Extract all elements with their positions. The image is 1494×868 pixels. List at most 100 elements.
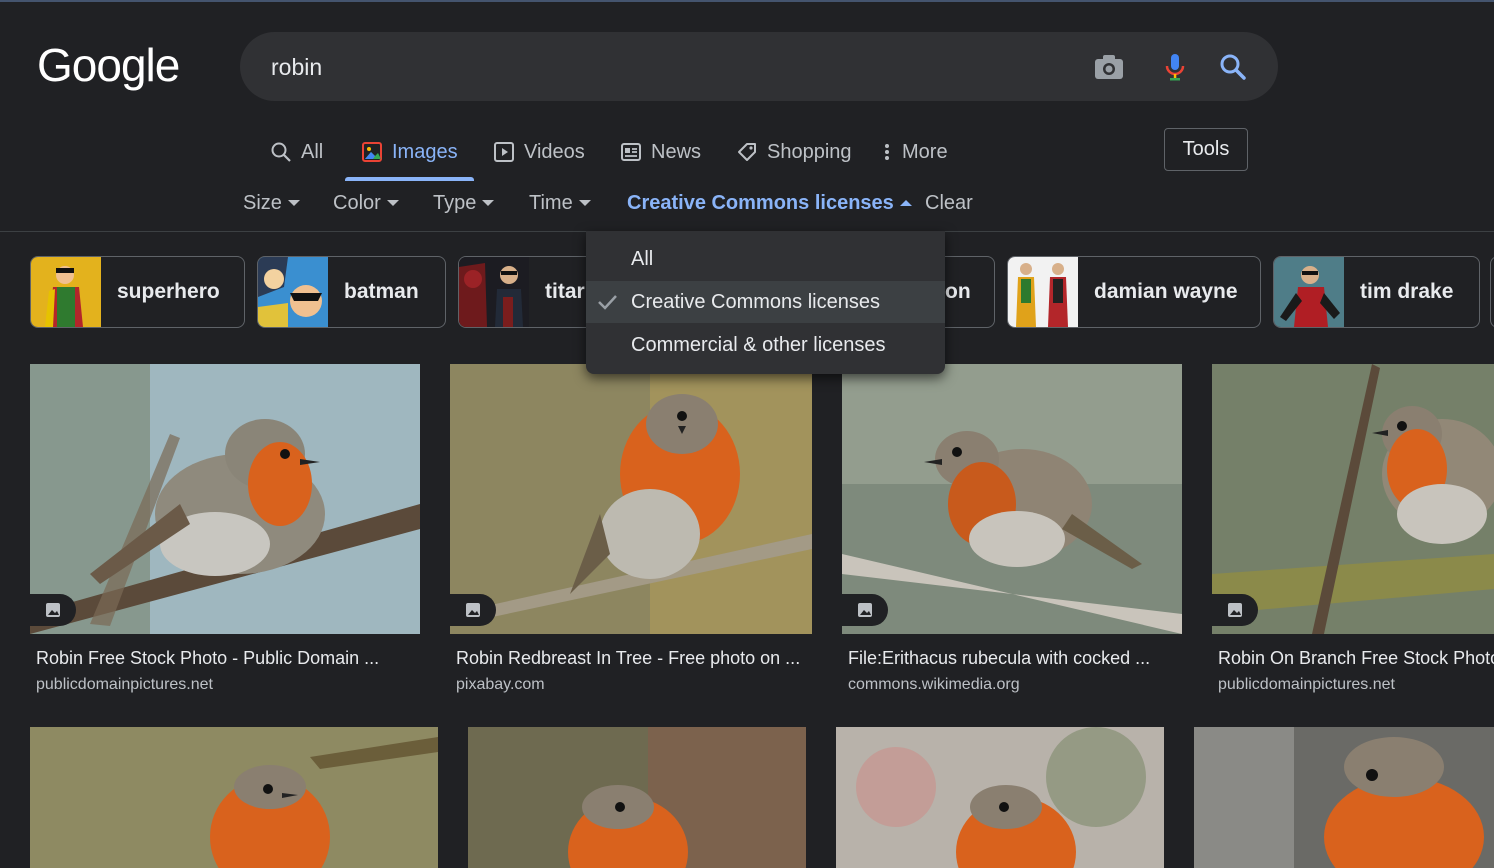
search-tabs: All Images Videos News Shopping More	[0, 124, 1494, 184]
chip-thumbnail	[1008, 257, 1078, 327]
tab-all[interactable]: All	[270, 124, 323, 180]
caret-down-icon	[287, 200, 300, 206]
result-source[interactable]: publicdomainpictures.net	[36, 676, 213, 694]
news-icon	[621, 143, 641, 161]
caret-down-icon	[578, 200, 591, 206]
result-image[interactable]	[450, 364, 812, 634]
tab-news[interactable]: News	[620, 124, 701, 180]
search-icon	[271, 142, 291, 162]
image-badge	[1212, 594, 1258, 626]
filter-bar: Size Color Type Time Creative Commons li…	[0, 188, 1494, 220]
filter-label: Time	[529, 191, 573, 214]
active-tab-indicator	[345, 177, 474, 181]
filter-usage-rights[interactable]: Creative Commons licenses	[627, 188, 912, 218]
tab-label: News	[651, 140, 702, 163]
image-icon	[46, 603, 60, 617]
filter-label: Creative Commons licenses	[627, 191, 894, 214]
tab-more[interactable]: More	[881, 124, 948, 180]
filter-label: Clear	[925, 191, 973, 214]
google-logo[interactable]: Google	[37, 38, 180, 92]
chip-label: superhero	[117, 280, 220, 303]
filter-label: Size	[243, 191, 282, 214]
caret-down-icon	[482, 200, 495, 206]
menu-item-all[interactable]: All	[586, 238, 945, 280]
filter-size[interactable]: Size	[243, 188, 300, 218]
tab-label: More	[902, 140, 948, 163]
search-input[interactable]: robin	[271, 54, 322, 81]
chip-thumbnail	[459, 257, 529, 327]
result-image[interactable]	[30, 364, 420, 634]
result-source[interactable]: commons.wikimedia.org	[848, 676, 1020, 694]
result-source[interactable]: pixabay.com	[456, 676, 545, 694]
chip-thumbnail	[31, 257, 101, 327]
image-result[interactable]: Robin Free Stock Photo - Public Domain .…	[30, 364, 420, 704]
result-image[interactable]	[836, 727, 1164, 868]
caret-down-icon	[386, 200, 399, 206]
chip-thumbnail	[258, 257, 328, 327]
filter-label: Type	[433, 191, 477, 214]
result-image[interactable]	[842, 364, 1182, 634]
microphone-icon[interactable]	[1158, 50, 1192, 84]
chip-partial-right[interactable]	[1490, 256, 1494, 328]
chip-label: damian wayne	[1094, 280, 1238, 303]
menu-item-label: Creative Commons licenses	[631, 290, 880, 313]
chip-damian-wayne[interactable]: damian wayne	[1007, 256, 1261, 328]
tab-label: Videos	[524, 140, 585, 163]
result-title[interactable]: Robin On Branch Free Stock Photo	[1218, 648, 1494, 669]
image-icon	[362, 142, 382, 162]
image-result[interactable]	[468, 727, 806, 868]
chip-superhero[interactable]: superhero	[30, 256, 245, 328]
filter-type[interactable]: Type	[433, 188, 495, 218]
filter-clear[interactable]: Clear	[925, 188, 973, 218]
search-icon[interactable]	[1216, 50, 1250, 84]
image-result[interactable]: Robin Redbreast In Tree - Free photo on …	[450, 364, 812, 704]
filter-label: Color	[333, 191, 381, 214]
chip-titans[interactable]: titar	[458, 256, 598, 328]
result-image[interactable]	[1212, 364, 1494, 634]
menu-item-label: Commercial & other licenses	[631, 333, 886, 356]
play-icon	[494, 142, 514, 162]
top-accent-line	[0, 0, 1494, 2]
usage-rights-menu: All Creative Commons licenses Commercial…	[586, 231, 945, 374]
chip-label: tim drake	[1360, 280, 1454, 303]
filter-color[interactable]: Color	[333, 188, 399, 218]
menu-item-label: All	[631, 247, 654, 270]
tab-label: Shopping	[767, 140, 852, 163]
chip-tim-drake[interactable]: tim drake	[1273, 256, 1480, 328]
menu-item-commercial[interactable]: Commercial & other licenses	[586, 324, 945, 366]
camera-icon[interactable]	[1092, 50, 1126, 84]
caret-up-icon	[899, 200, 912, 206]
chip-label: batman	[344, 280, 419, 303]
result-title[interactable]: File:Erithacus rubecula with cocked ...	[848, 648, 1150, 669]
image-badge	[842, 594, 888, 626]
result-image[interactable]	[30, 727, 438, 868]
tab-shopping[interactable]: Shopping	[736, 124, 852, 180]
image-icon	[858, 603, 872, 617]
filter-time[interactable]: Time	[529, 188, 591, 218]
tools-button[interactable]: Tools	[1164, 128, 1248, 171]
tab-images[interactable]: Images	[361, 124, 458, 180]
result-image[interactable]	[1194, 727, 1494, 868]
image-badge	[450, 594, 496, 626]
image-result[interactable]: Robin On Branch Free Stock Photo publicd…	[1212, 364, 1494, 704]
image-result[interactable]	[30, 727, 438, 868]
search-bar[interactable]: robin	[240, 32, 1278, 101]
tag-icon	[738, 143, 756, 161]
image-icon	[1228, 603, 1242, 617]
image-result[interactable]: File:Erithacus rubecula with cocked ... …	[842, 364, 1182, 704]
check-icon	[598, 295, 617, 310]
image-badge	[30, 594, 76, 626]
image-icon	[466, 603, 480, 617]
result-source[interactable]: publicdomainpictures.net	[1218, 676, 1395, 694]
chip-thumbnail	[1274, 257, 1344, 327]
result-image[interactable]	[468, 727, 806, 868]
image-result[interactable]	[1194, 727, 1494, 868]
tab-label: Images	[392, 140, 458, 163]
more-vert-icon	[885, 144, 889, 160]
chip-batman[interactable]: batman	[257, 256, 446, 328]
image-result[interactable]	[836, 727, 1164, 868]
tab-videos[interactable]: Videos	[493, 124, 585, 180]
result-title[interactable]: Robin Free Stock Photo - Public Domain .…	[36, 648, 379, 669]
result-title[interactable]: Robin Redbreast In Tree - Free photo on …	[456, 648, 800, 669]
menu-item-creative-commons[interactable]: Creative Commons licenses	[586, 281, 945, 323]
